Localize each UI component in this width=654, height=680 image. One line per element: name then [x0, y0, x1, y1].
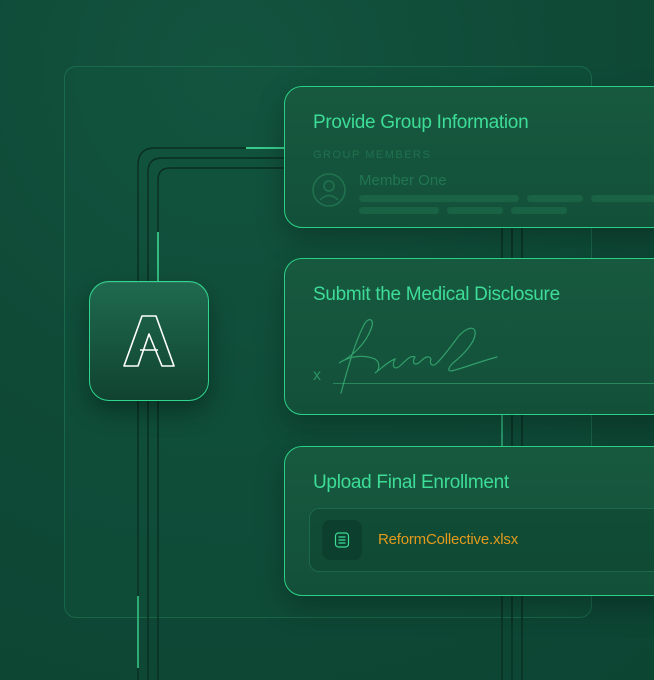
logo-a-icon — [123, 315, 175, 367]
uploaded-file-row[interactable]: ReformCollective.xlsx — [309, 508, 654, 572]
signature-icon[interactable] — [325, 311, 525, 401]
skeleton-line — [511, 207, 567, 214]
skeleton-line — [359, 207, 439, 214]
section-label-group-members: GROUP MEMBERS — [313, 149, 432, 161]
skeleton-line — [527, 195, 583, 202]
step-card-final-enrollment[interactable]: Upload Final Enrollment ReformCollective… — [284, 446, 654, 596]
step-title: Provide Group Information — [313, 112, 529, 133]
step-card-group-information[interactable]: Provide Group Information GROUP MEMBERS … — [284, 86, 654, 228]
user-avatar-icon — [312, 173, 346, 207]
step-title: Submit the Medical Disclosure — [313, 284, 560, 305]
skeleton-line — [447, 207, 503, 214]
file-name[interactable]: ReformCollective.xlsx — [378, 531, 518, 548]
signature-prefix: x — [313, 367, 321, 384]
app-logo-tile — [89, 281, 209, 401]
skeleton-line — [591, 195, 654, 202]
step-title: Upload Final Enrollment — [313, 472, 509, 493]
document-icon — [322, 520, 362, 560]
step-card-medical-disclosure[interactable]: Submit the Medical Disclosure x — [284, 258, 654, 415]
skeleton-line — [359, 195, 519, 202]
member-name: Member One — [359, 172, 447, 189]
